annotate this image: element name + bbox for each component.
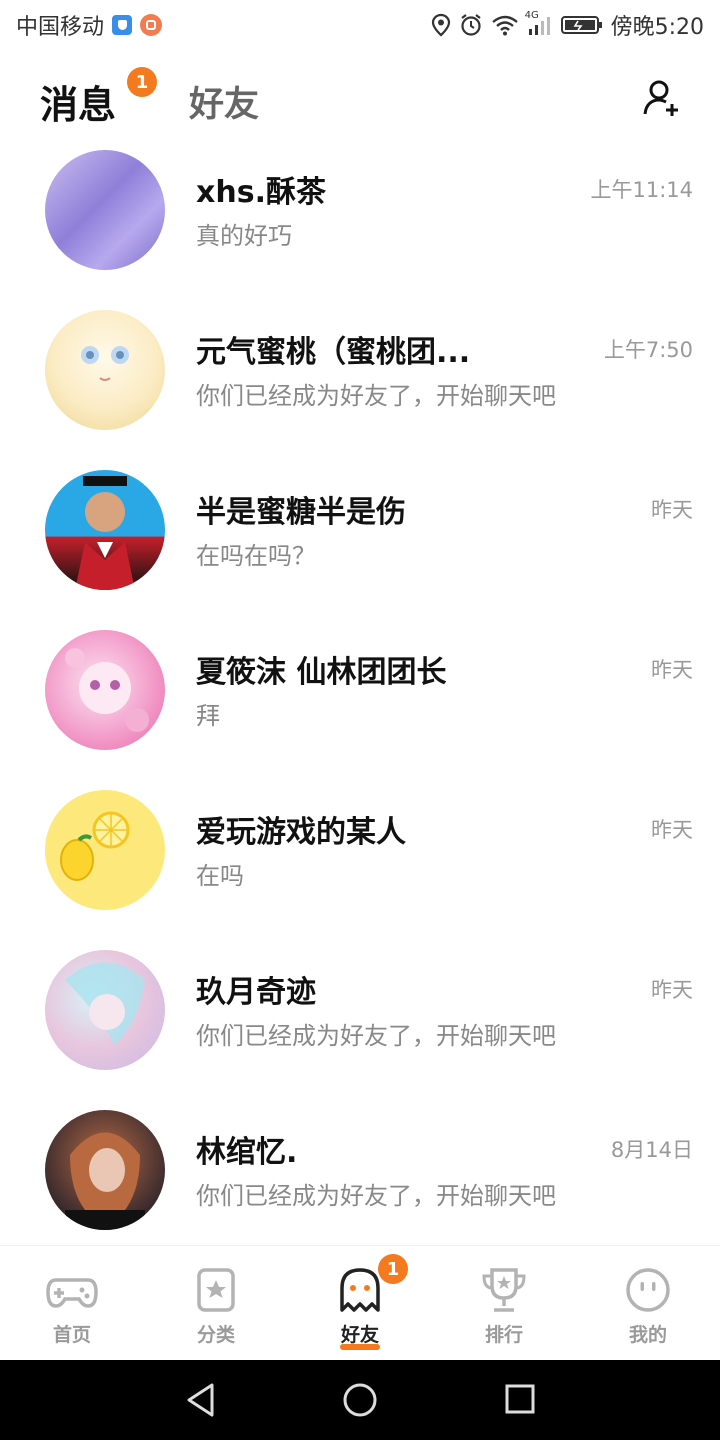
clock-label: 傍晚5:20 bbox=[610, 15, 704, 40]
recents-icon[interactable] bbox=[504, 1382, 536, 1418]
nav-label: 我的 bbox=[628, 1324, 667, 1346]
contact-name: 元气蜜桃（蜜桃团... bbox=[196, 335, 471, 370]
nav-category[interactable]: 分类 bbox=[156, 1246, 276, 1361]
face-icon bbox=[626, 1268, 670, 1312]
back-icon[interactable] bbox=[184, 1382, 218, 1418]
trophy-icon bbox=[482, 1268, 526, 1312]
carrier-label: 中国移动 bbox=[16, 15, 105, 40]
avatar[interactable] bbox=[45, 790, 165, 910]
friends-badge: 1 bbox=[378, 1254, 408, 1284]
avatar[interactable] bbox=[45, 950, 165, 1070]
message-time: 昨天 bbox=[651, 498, 693, 522]
home-icon[interactable] bbox=[342, 1382, 378, 1418]
nav-home[interactable]: 首页 bbox=[12, 1246, 132, 1361]
avatar[interactable] bbox=[45, 1110, 165, 1230]
message-time: 上午7:50 bbox=[603, 338, 693, 362]
gamepad-icon bbox=[46, 1278, 98, 1308]
message-time: 昨天 bbox=[651, 818, 693, 842]
conversation-row[interactable]: xhs.酥茶 真的好巧 上午11:14 bbox=[0, 140, 720, 300]
nav-friends[interactable]: 1 好友 bbox=[300, 1246, 420, 1361]
nav-label: 好友 bbox=[340, 1324, 379, 1346]
wifi-icon bbox=[491, 15, 518, 36]
conversation-row[interactable]: 半是蜜糖半是伤 在吗在吗？ 昨天 bbox=[0, 460, 720, 620]
add-friend-icon[interactable] bbox=[642, 78, 682, 118]
message-time: 8月14日 bbox=[610, 1138, 693, 1162]
message-preview: 拜 bbox=[196, 702, 220, 730]
shield-app-icon bbox=[112, 15, 133, 35]
alarm-icon bbox=[460, 14, 481, 36]
tab-messages[interactable]: 消息 bbox=[40, 74, 116, 129]
messages-badge: 1 bbox=[127, 67, 157, 97]
system-navigation-bar bbox=[0, 1360, 720, 1440]
nav-ranking[interactable]: 排行 bbox=[444, 1246, 564, 1361]
nav-label: 首页 bbox=[52, 1324, 91, 1346]
contact-name: xhs.酥茶 bbox=[196, 175, 326, 210]
nav-label: 排行 bbox=[484, 1324, 523, 1346]
app-notification-icon bbox=[140, 14, 163, 36]
conversation-row[interactable]: 玖月奇迹 你们已经成为好友了，开始聊天吧 昨天 bbox=[0, 940, 720, 1100]
message-preview: 在吗在吗？ bbox=[196, 542, 316, 570]
conversation-row[interactable]: 元气蜜桃（蜜桃团... 你们已经成为好友了，开始聊天吧 上午7:50 bbox=[0, 300, 720, 460]
status-bar: 中国移动 4G 傍晚5:20 bbox=[0, 0, 720, 50]
contact-name: 半是蜜糖半是伤 bbox=[196, 495, 406, 530]
message-time: 昨天 bbox=[651, 978, 693, 1002]
contact-name: 玖月奇迹 bbox=[196, 975, 316, 1010]
nav-label: 分类 bbox=[196, 1324, 235, 1346]
contact-name: 爱玩游戏的某人 bbox=[196, 815, 406, 850]
nav-profile[interactable]: 我的 bbox=[588, 1246, 708, 1361]
network-type-label: 4G bbox=[524, 10, 539, 21]
conversation-row[interactable]: 林绾忆. 你们已经成为好友了，开始聊天吧 8月14日 bbox=[0, 1100, 720, 1260]
conversation-row[interactable]: 爱玩游戏的某人 在吗 昨天 bbox=[0, 780, 720, 940]
message-time: 昨天 bbox=[651, 658, 693, 682]
contact-name: 夏筱沫 仙林团团长 bbox=[196, 655, 447, 690]
star-bookmark-icon bbox=[197, 1268, 235, 1312]
battery-icon bbox=[560, 16, 602, 34]
active-indicator bbox=[340, 1344, 380, 1350]
message-preview: 你们已经成为好友了，开始聊天吧 bbox=[196, 1182, 556, 1210]
message-preview: 在吗 bbox=[196, 862, 244, 890]
contact-name: 林绾忆. bbox=[196, 1135, 298, 1170]
message-preview: 真的好巧 bbox=[196, 222, 292, 250]
message-preview: 你们已经成为好友了，开始聊天吧 bbox=[196, 382, 556, 410]
bottom-navigation: 首页 分类 1 好友 排行 我的 bbox=[0, 1245, 720, 1361]
message-preview: 你们已经成为好友了，开始聊天吧 bbox=[196, 1022, 556, 1050]
avatar[interactable] bbox=[45, 630, 165, 750]
avatar[interactable] bbox=[45, 470, 165, 590]
tab-friends[interactable]: 好友 bbox=[189, 76, 259, 127]
avatar[interactable] bbox=[45, 150, 165, 270]
location-icon bbox=[431, 13, 450, 37]
conversation-row[interactable]: 夏筱沫 仙林团团长 拜 昨天 bbox=[0, 620, 720, 780]
avatar[interactable] bbox=[45, 310, 165, 430]
message-time: 上午11:14 bbox=[590, 178, 693, 202]
conversation-list: xhs.酥茶 真的好巧 上午11:14 元气蜜桃（蜜桃团... 你们已经成为好友… bbox=[0, 140, 720, 1260]
